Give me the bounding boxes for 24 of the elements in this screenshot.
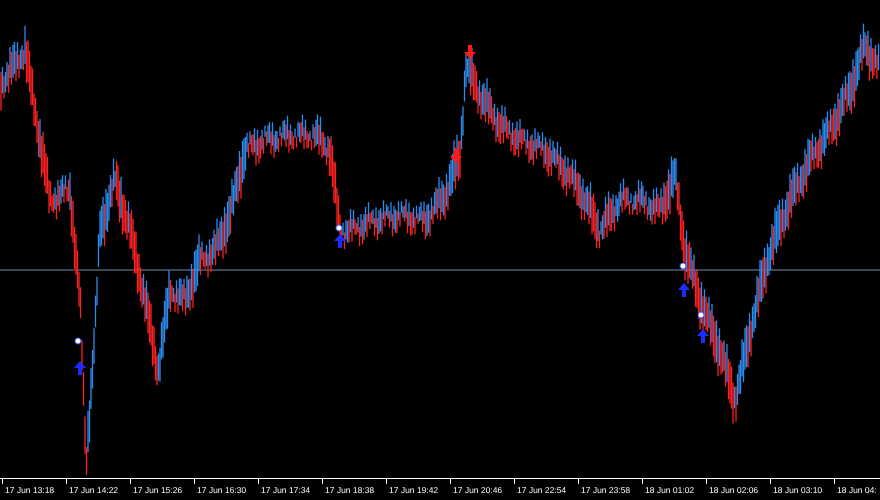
time-axis-label: 18 Jun 04: xyxy=(837,485,877,495)
signal-dot-icon xyxy=(680,262,686,270)
up-arrow-icon xyxy=(678,283,690,297)
time-axis-label: 17 Jun 13:18 xyxy=(5,485,54,495)
time-axis-label: 18 Jun 03:10 xyxy=(773,485,822,495)
time-axis-label: 17 Jun 20:46 xyxy=(453,485,502,495)
down-arrow-icon xyxy=(464,45,476,59)
time-axis-label: 17 Jun 19:42 xyxy=(389,485,438,495)
up-arrow-icon xyxy=(74,361,86,375)
up-arrow-icon xyxy=(334,234,346,248)
down-arrow-icon xyxy=(450,149,462,163)
time-axis-label: 18 Jun 01:02 xyxy=(645,485,694,495)
time-axis-label: 17 Jun 14:22 xyxy=(69,485,118,495)
time-axis-label: 18 Jun 02:06 xyxy=(709,485,758,495)
signal-dot-icon xyxy=(74,338,82,344)
time-axis-label: 17 Jun 17:34 xyxy=(261,485,310,495)
time-axis-label: 17 Jun 22:54 xyxy=(517,485,566,495)
time-axis-label: 17 Jun 23:58 xyxy=(581,485,630,495)
time-axis-label: 17 Jun 16:30 xyxy=(197,485,246,495)
time-axis-label: 17 Jun 18:38 xyxy=(325,485,374,495)
signal-dot-icon xyxy=(698,312,704,318)
up-arrow-icon xyxy=(697,329,709,343)
signal-dot-icon xyxy=(336,224,342,232)
time-axis-label: 17 Jun 15:26 xyxy=(133,485,182,495)
